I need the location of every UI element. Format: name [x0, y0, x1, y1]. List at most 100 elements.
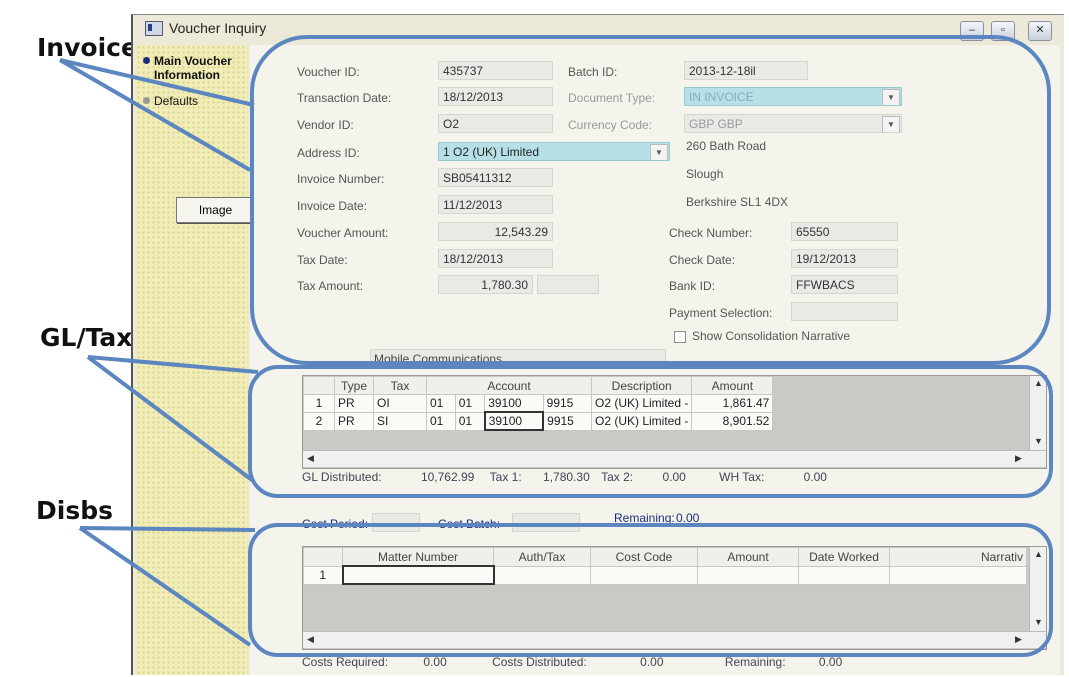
gl-vertical-scrollbar[interactable]: ▲ ▼: [1029, 376, 1046, 450]
cell-cost-code[interactable]: [590, 565, 698, 585]
batch-id-field[interactable]: 2013-12-18il: [684, 61, 808, 80]
costs-distributed-value: 0.00: [640, 655, 664, 669]
voucher-id-field[interactable]: 435737: [438, 61, 553, 80]
tax-amount-extra-field[interactable]: [537, 275, 599, 294]
costs-required-value: 0.00: [423, 655, 447, 669]
table-row[interactable]: 2 PR SI 01 01 39100 9915 O2 (UK) Limited…: [303, 411, 774, 431]
col-type: Type: [334, 376, 374, 395]
tax-date-field[interactable]: 18/12/2013: [438, 249, 553, 268]
cell-date-worked[interactable]: [798, 565, 890, 585]
invoice-number-label: Invoice Number:: [297, 172, 385, 186]
cell-account-1[interactable]: 01: [426, 411, 456, 431]
cell-account-3[interactable]: 39100: [483, 411, 545, 431]
scroll-down-icon[interactable]: ▼: [1034, 617, 1043, 627]
gl-horizontal-scrollbar[interactable]: ◀ ▶: [303, 450, 1046, 467]
invoice-date-label: Invoice Date:: [297, 199, 368, 213]
nav-label: Main Voucher: [154, 54, 232, 68]
callout-gltax: GL/Tax: [40, 323, 133, 352]
cell-amount[interactable]: [697, 565, 799, 585]
transaction-date-field[interactable]: 18/12/2013: [438, 87, 553, 106]
scroll-left-icon[interactable]: ◀: [307, 634, 314, 645]
chevron-down-icon[interactable]: ▼: [882, 89, 900, 105]
table-row[interactable]: 1 PR OI 01 01 39100 9915 O2 (UK) Limited…: [303, 394, 774, 413]
cell-account-4[interactable]: 9915: [542, 394, 593, 413]
row-num-header: [303, 547, 343, 567]
scroll-up-icon[interactable]: ▲: [1034, 549, 1043, 559]
disbs-grid: Matter Number Auth/Tax Cost Code Amount …: [302, 546, 1047, 650]
cost-batch-field[interactable]: [512, 513, 580, 532]
cell-type[interactable]: PR: [334, 411, 374, 431]
document-type-label: Document Type:: [568, 91, 656, 105]
show-consolidation-checkbox[interactable]: [674, 331, 686, 343]
scroll-left-icon[interactable]: ◀: [307, 453, 314, 464]
cell-tax[interactable]: SI: [373, 411, 427, 431]
scroll-right-icon[interactable]: ▶: [1015, 634, 1022, 645]
costs-distributed-label: Costs Distributed:: [492, 655, 587, 669]
row-num-header: [303, 376, 335, 395]
address-id-select[interactable]: 1 O2 (UK) Limited ▼: [438, 142, 670, 161]
bullet-icon: [143, 97, 150, 104]
cell-account-2[interactable]: 01: [454, 411, 486, 431]
cell-tax[interactable]: OI: [373, 394, 427, 413]
disbs-vertical-scrollbar[interactable]: ▲ ▼: [1029, 547, 1046, 631]
bank-id-label: Bank ID:: [669, 279, 716, 293]
col-description: Description: [590, 376, 693, 395]
currency-code-label: Currency Code:: [568, 118, 653, 132]
cell-description[interactable]: O2 (UK) Limited -: [590, 394, 693, 413]
scroll-down-icon[interactable]: ▼: [1034, 436, 1043, 446]
currency-code-select[interactable]: GBP GBP ▼: [684, 114, 902, 133]
voucher-inquiry-window: Voucher Inquiry – ▫ ✕ Main Voucher Infor…: [131, 14, 1064, 675]
cell-account-4[interactable]: 9915: [542, 411, 593, 431]
cell-auth-tax[interactable]: [493, 565, 591, 585]
cell-matter-number[interactable]: [341, 565, 495, 585]
cell-type[interactable]: PR: [334, 394, 374, 413]
document-type-select[interactable]: IN INVOICE ▼: [684, 87, 902, 106]
check-number-label: Check Number:: [669, 226, 753, 240]
cost-period-field[interactable]: [372, 513, 420, 532]
close-button[interactable]: ✕: [1028, 21, 1052, 41]
col-account: Account: [426, 376, 592, 395]
voucher-amount-field[interactable]: 12,543.29: [438, 222, 553, 241]
bank-id-field[interactable]: FFWBACS: [791, 275, 898, 294]
cell-description[interactable]: O2 (UK) Limited -: [590, 411, 693, 431]
col-matter-number: Matter Number: [342, 547, 494, 567]
cell-account-2[interactable]: 01: [454, 394, 486, 413]
scroll-up-icon[interactable]: ▲: [1034, 378, 1043, 388]
nav-defaults[interactable]: Defaults: [143, 94, 198, 108]
scroll-right-icon[interactable]: ▶: [1015, 453, 1022, 464]
document-type-value: IN INVOICE: [689, 90, 754, 104]
cell-account-1[interactable]: 01: [426, 394, 456, 413]
vendor-id-label: Vendor ID:: [297, 118, 354, 132]
callout-disbs: Disbs: [36, 496, 113, 525]
tax-amount-field[interactable]: 1,780.30: [438, 275, 533, 294]
address-id-label: Address ID:: [297, 146, 360, 160]
cost-period-label: Cost Period:: [302, 517, 369, 531]
nav-label-2: Information: [154, 68, 220, 82]
invoice-date-field[interactable]: 11/12/2013: [438, 195, 553, 214]
cell-account-3[interactable]: 39100: [484, 394, 544, 413]
window-icon: [145, 21, 163, 36]
tax2-value: 0.00: [662, 470, 686, 484]
cell-narrative[interactable]: [889, 565, 1027, 585]
table-row[interactable]: 1: [303, 565, 1027, 585]
payment-selection-field[interactable]: [791, 302, 898, 321]
cell-amount[interactable]: 8,901.52: [691, 411, 774, 431]
col-auth-tax: Auth/Tax: [493, 547, 591, 567]
minimize-button[interactable]: –: [960, 21, 984, 41]
disbs-horizontal-scrollbar[interactable]: ◀ ▶: [303, 631, 1046, 648]
chevron-down-icon[interactable]: ▼: [650, 144, 668, 160]
cost-remaining-value: 0.00: [676, 511, 700, 525]
nav-main-voucher-information[interactable]: Main Voucher Information: [143, 54, 232, 82]
cell-amount[interactable]: 1,861.47: [691, 394, 774, 413]
invoice-number-field[interactable]: SB05411312: [438, 168, 553, 187]
disbs-remaining-label: Remaining:: [724, 655, 786, 669]
check-number-field[interactable]: 65550: [791, 222, 898, 241]
cost-remaining-label: Remaining:: [614, 511, 675, 525]
gl-distributed-label: GL Distributed:: [302, 470, 382, 484]
image-button[interactable]: Image: [176, 197, 255, 223]
maximize-button[interactable]: ▫: [991, 21, 1015, 41]
payment-selection-label: Payment Selection:: [669, 306, 773, 320]
chevron-down-icon[interactable]: ▼: [882, 116, 900, 132]
check-date-field[interactable]: 19/12/2013: [791, 249, 898, 268]
vendor-id-field[interactable]: O2: [438, 114, 553, 133]
